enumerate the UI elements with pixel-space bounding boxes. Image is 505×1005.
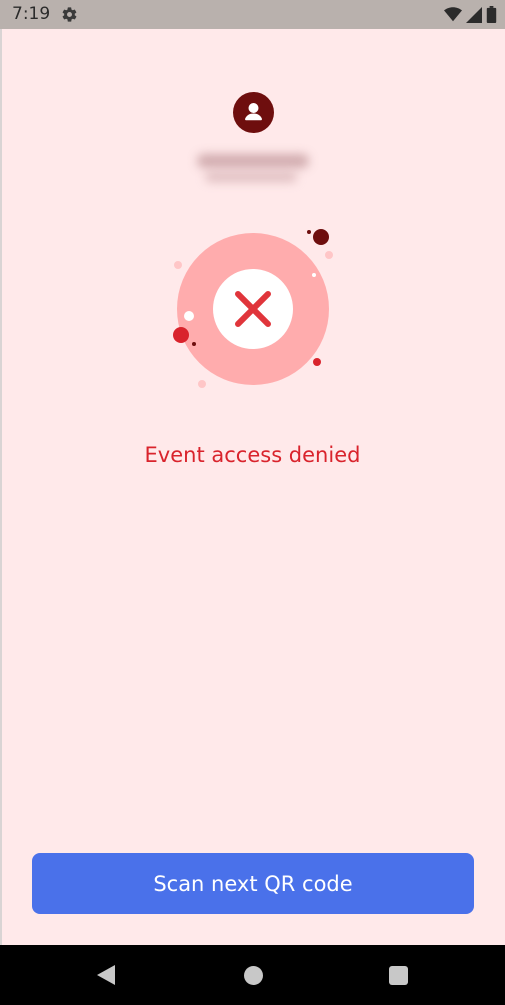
blurred-subtitle-line [205,172,297,182]
wifi-icon [444,7,462,22]
battery-icon [486,6,497,23]
decor-dot [307,230,311,234]
user-silhouette-icon [245,103,262,121]
cellular-signal-icon [466,6,482,23]
navigation-bar [0,945,505,1005]
status-time: 7:19 [12,4,51,24]
decor-dot [313,229,329,245]
blurred-user-name [195,152,311,182]
settings-gear-icon [62,7,77,22]
recents-icon[interactable] [389,966,408,985]
decor-dot [312,273,316,277]
decor-dot [198,380,206,388]
decor-dot [174,261,182,269]
blurred-name-line [197,154,309,168]
decor-dot [173,327,189,343]
status-message: Event access denied [144,443,361,467]
decor-dot [313,358,321,366]
home-icon[interactable] [244,966,263,985]
status-bar: 7:19 [0,0,505,29]
status-icons [444,6,497,23]
decor-dot [192,342,196,346]
decor-dot [325,251,333,259]
back-icon[interactable] [96,964,116,986]
error-status-graphic [173,229,333,388]
decor-dot [184,311,194,321]
user-avatar-icon [233,92,274,133]
scan-next-qr-code-button[interactable]: Scan next QR code [32,853,474,914]
left-edge-divider [0,29,2,945]
